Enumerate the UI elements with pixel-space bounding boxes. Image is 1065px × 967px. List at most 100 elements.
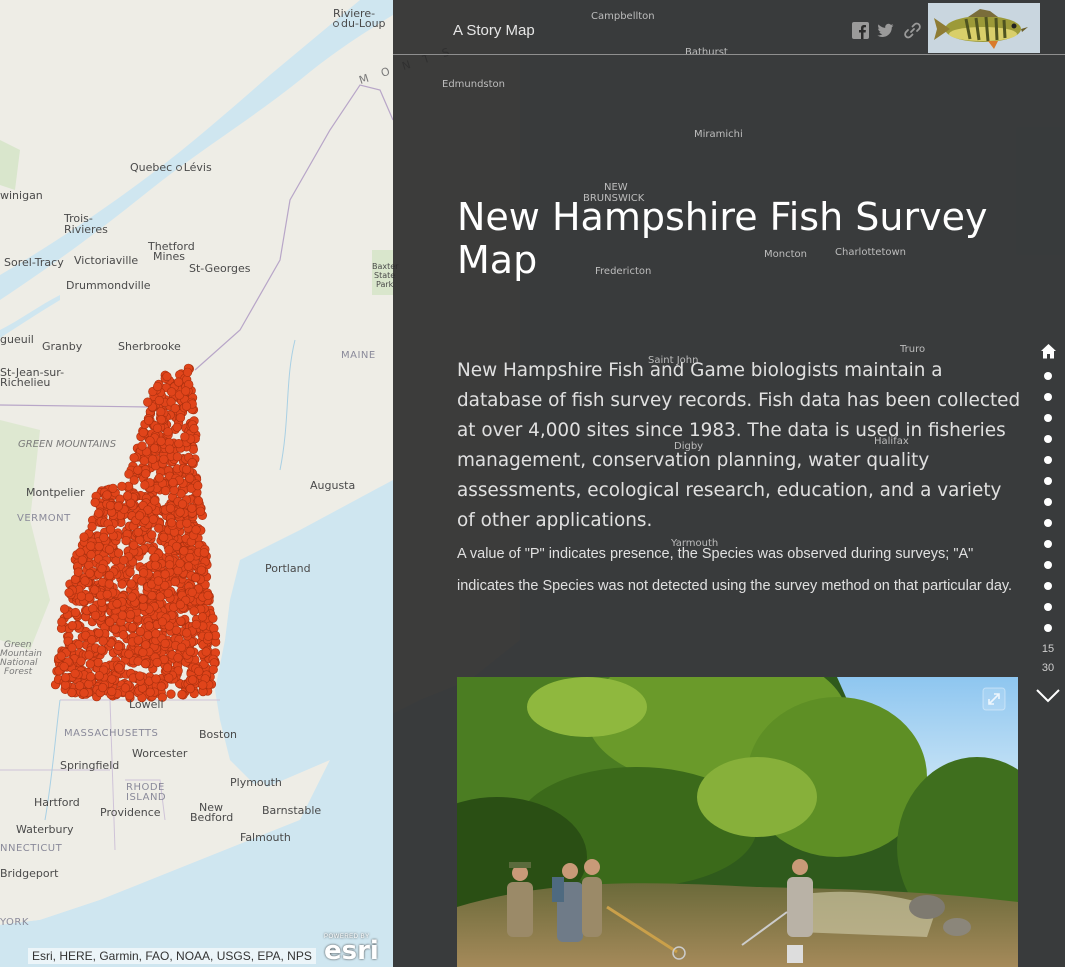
survey-point[interactable] — [86, 541, 96, 551]
survey-point[interactable] — [151, 674, 161, 684]
survey-point[interactable] — [175, 558, 185, 569]
survey-point[interactable] — [117, 579, 127, 589]
survey-point[interactable] — [94, 508, 104, 518]
survey-point[interactable] — [94, 628, 104, 638]
survey-point[interactable] — [177, 499, 188, 509]
survey-point[interactable] — [90, 585, 100, 595]
survey-point[interactable] — [98, 636, 108, 646]
survey-point[interactable] — [127, 592, 137, 602]
survey-point[interactable] — [165, 503, 175, 513]
survey-point[interactable] — [59, 604, 70, 614]
survey-point[interactable] — [56, 651, 66, 661]
survey-point[interactable] — [182, 518, 192, 528]
survey-point[interactable] — [187, 587, 197, 598]
survey-point[interactable] — [60, 672, 71, 683]
survey-point[interactable] — [163, 588, 173, 598]
survey-point[interactable] — [121, 535, 131, 546]
survey-point[interactable] — [193, 481, 203, 491]
survey-point[interactable] — [170, 577, 180, 587]
survey-point[interactable] — [144, 621, 154, 631]
survey-point[interactable] — [191, 573, 201, 583]
survey-point[interactable] — [177, 642, 187, 652]
survey-point[interactable] — [119, 555, 129, 565]
survey-point[interactable] — [135, 626, 145, 637]
nav-dot[interactable] — [1044, 372, 1052, 380]
survey-point[interactable] — [75, 547, 85, 558]
survey-point[interactable] — [112, 599, 122, 609]
survey-point[interactable] — [153, 576, 163, 586]
survey-point[interactable] — [90, 610, 101, 621]
survey-point[interactable] — [86, 550, 96, 560]
survey-point[interactable] — [97, 564, 107, 574]
survey-point[interactable] — [160, 638, 170, 649]
survey-point[interactable] — [175, 507, 185, 517]
esri-logo[interactable]: POWERED BY esri — [324, 934, 379, 964]
survey-point[interactable] — [117, 481, 127, 491]
survey-point[interactable] — [84, 592, 94, 602]
survey-point[interactable] — [141, 469, 151, 479]
survey-point[interactable] — [191, 525, 201, 535]
survey-point[interactable] — [125, 610, 136, 620]
survey-point[interactable] — [73, 567, 83, 577]
survey-point[interactable] — [135, 511, 145, 521]
survey-point[interactable] — [67, 643, 77, 653]
survey-point[interactable] — [143, 630, 153, 640]
survey-point[interactable] — [107, 674, 117, 684]
survey-point[interactable] — [150, 443, 160, 453]
survey-point[interactable] — [70, 668, 80, 679]
survey-point[interactable] — [99, 532, 109, 543]
survey-point[interactable] — [187, 503, 197, 513]
survey-point[interactable] — [164, 545, 174, 555]
nav-dot[interactable] — [1044, 435, 1052, 443]
nav-dot[interactable] — [1044, 624, 1052, 632]
survey-point[interactable] — [156, 436, 166, 446]
survey-point[interactable] — [156, 407, 166, 417]
survey-point[interactable] — [104, 570, 115, 581]
survey-point[interactable] — [164, 673, 174, 683]
twitter-icon[interactable] — [877, 22, 894, 39]
survey-point[interactable] — [166, 689, 176, 699]
survey-point[interactable] — [90, 497, 100, 508]
nav-dot[interactable] — [1044, 393, 1052, 401]
survey-point[interactable] — [79, 688, 89, 698]
survey-point[interactable] — [114, 641, 124, 652]
survey-point[interactable] — [169, 485, 179, 495]
survey-point[interactable] — [86, 672, 96, 682]
survey-point[interactable] — [85, 568, 95, 579]
survey-point[interactable] — [148, 514, 158, 524]
survey-point[interactable] — [76, 656, 86, 666]
survey-point[interactable] — [203, 631, 214, 641]
survey-point[interactable] — [125, 567, 135, 577]
survey-point[interactable] — [87, 521, 97, 532]
survey-point[interactable] — [182, 464, 192, 475]
survey-point[interactable] — [140, 480, 150, 490]
survey-point[interactable] — [94, 541, 104, 552]
survey-point[interactable] — [84, 650, 94, 660]
survey-point[interactable] — [189, 606, 199, 616]
survey-point[interactable] — [161, 486, 171, 496]
survey-point[interactable] — [120, 683, 131, 693]
story-map-label[interactable]: A Story Map — [453, 22, 535, 39]
survey-point[interactable] — [182, 628, 192, 638]
survey-point[interactable] — [198, 680, 208, 690]
expand-icon[interactable] — [982, 687, 1006, 711]
survey-point[interactable] — [67, 620, 77, 631]
facebook-icon[interactable] — [852, 22, 869, 39]
survey-point[interactable] — [96, 645, 107, 655]
survey-point[interactable] — [154, 395, 164, 406]
nav-page-number[interactable]: 15 — [1035, 643, 1061, 655]
survey-point[interactable] — [150, 496, 160, 506]
survey-point[interactable] — [107, 686, 117, 697]
survey-point[interactable] — [162, 663, 173, 673]
survey-point[interactable] — [138, 427, 148, 438]
survey-point[interactable] — [80, 576, 90, 586]
survey-point[interactable] — [143, 397, 153, 407]
survey-point[interactable] — [152, 423, 163, 433]
survey-point[interactable] — [165, 560, 175, 570]
survey-point[interactable] — [160, 569, 170, 579]
survey-point[interactable] — [162, 371, 172, 382]
survey-point[interactable] — [144, 415, 154, 426]
survey-point[interactable] — [170, 403, 180, 413]
survey-point[interactable] — [167, 387, 177, 397]
survey-point[interactable] — [118, 630, 128, 640]
